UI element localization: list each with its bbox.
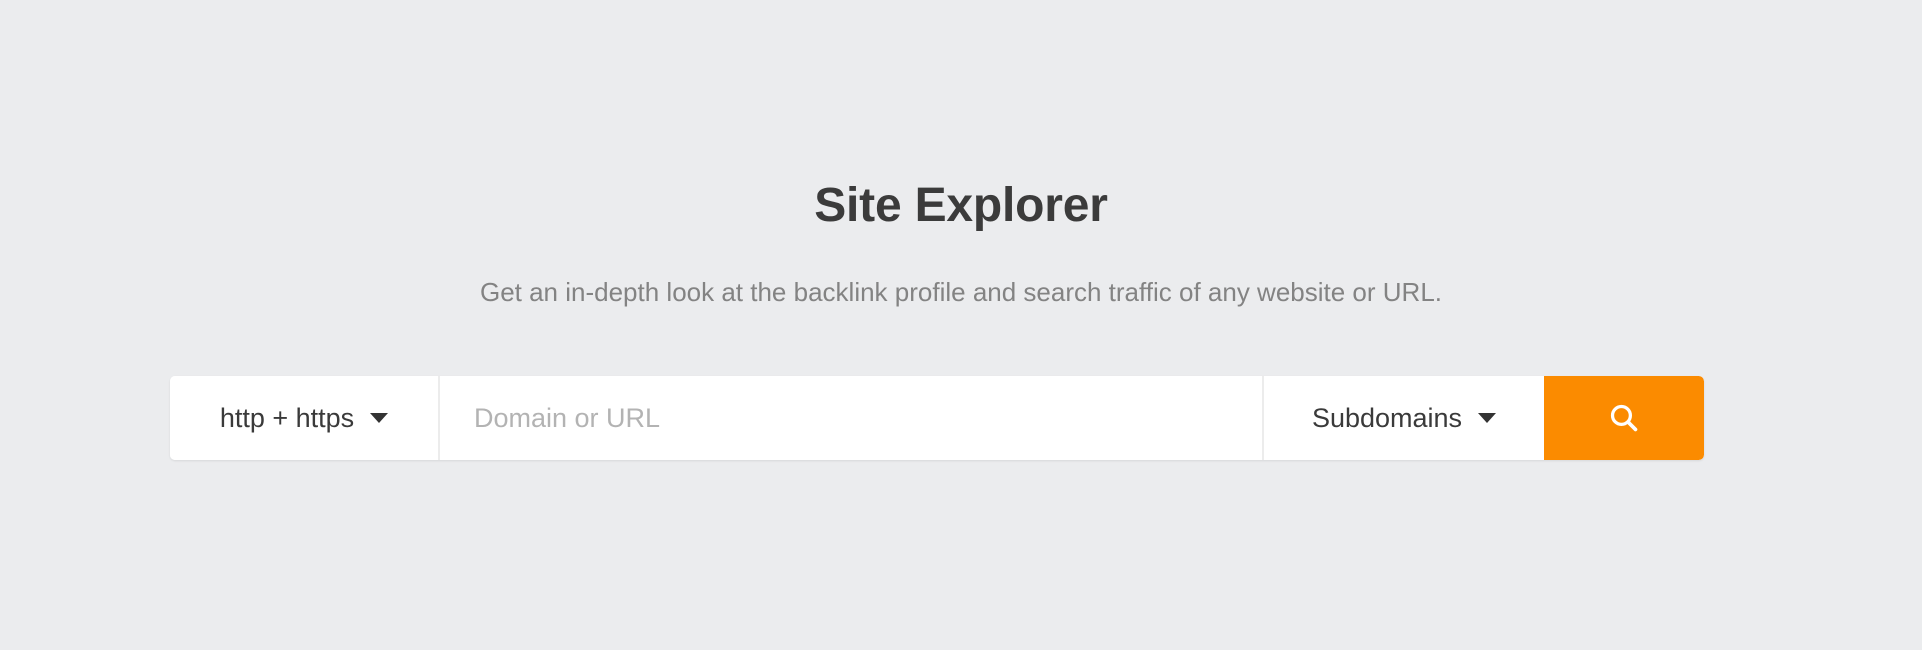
scope-dropdown-label: Subdomains	[1311, 402, 1463, 433]
protocol-dropdown[interactable]: http + https	[170, 376, 440, 460]
page-subtitle: Get an in-depth look at the backlink pro…	[479, 277, 1443, 307]
site-explorer-search-bar: http + https Subdomains	[170, 376, 1704, 460]
search-submit-button[interactable]	[1544, 376, 1704, 460]
chevron-down-icon	[370, 413, 389, 423]
search-icon	[1607, 401, 1641, 435]
chevron-down-icon	[1478, 413, 1497, 423]
protocol-dropdown-label: http + https	[219, 402, 355, 433]
scope-dropdown[interactable]: Subdomains	[1262, 376, 1544, 460]
domain-input-wrapper	[440, 376, 1262, 460]
search-input[interactable]	[440, 376, 1262, 460]
page-root: Site Explorer Get an in-depth look at th…	[0, 0, 1922, 650]
page-title: Site Explorer	[814, 179, 1108, 232]
